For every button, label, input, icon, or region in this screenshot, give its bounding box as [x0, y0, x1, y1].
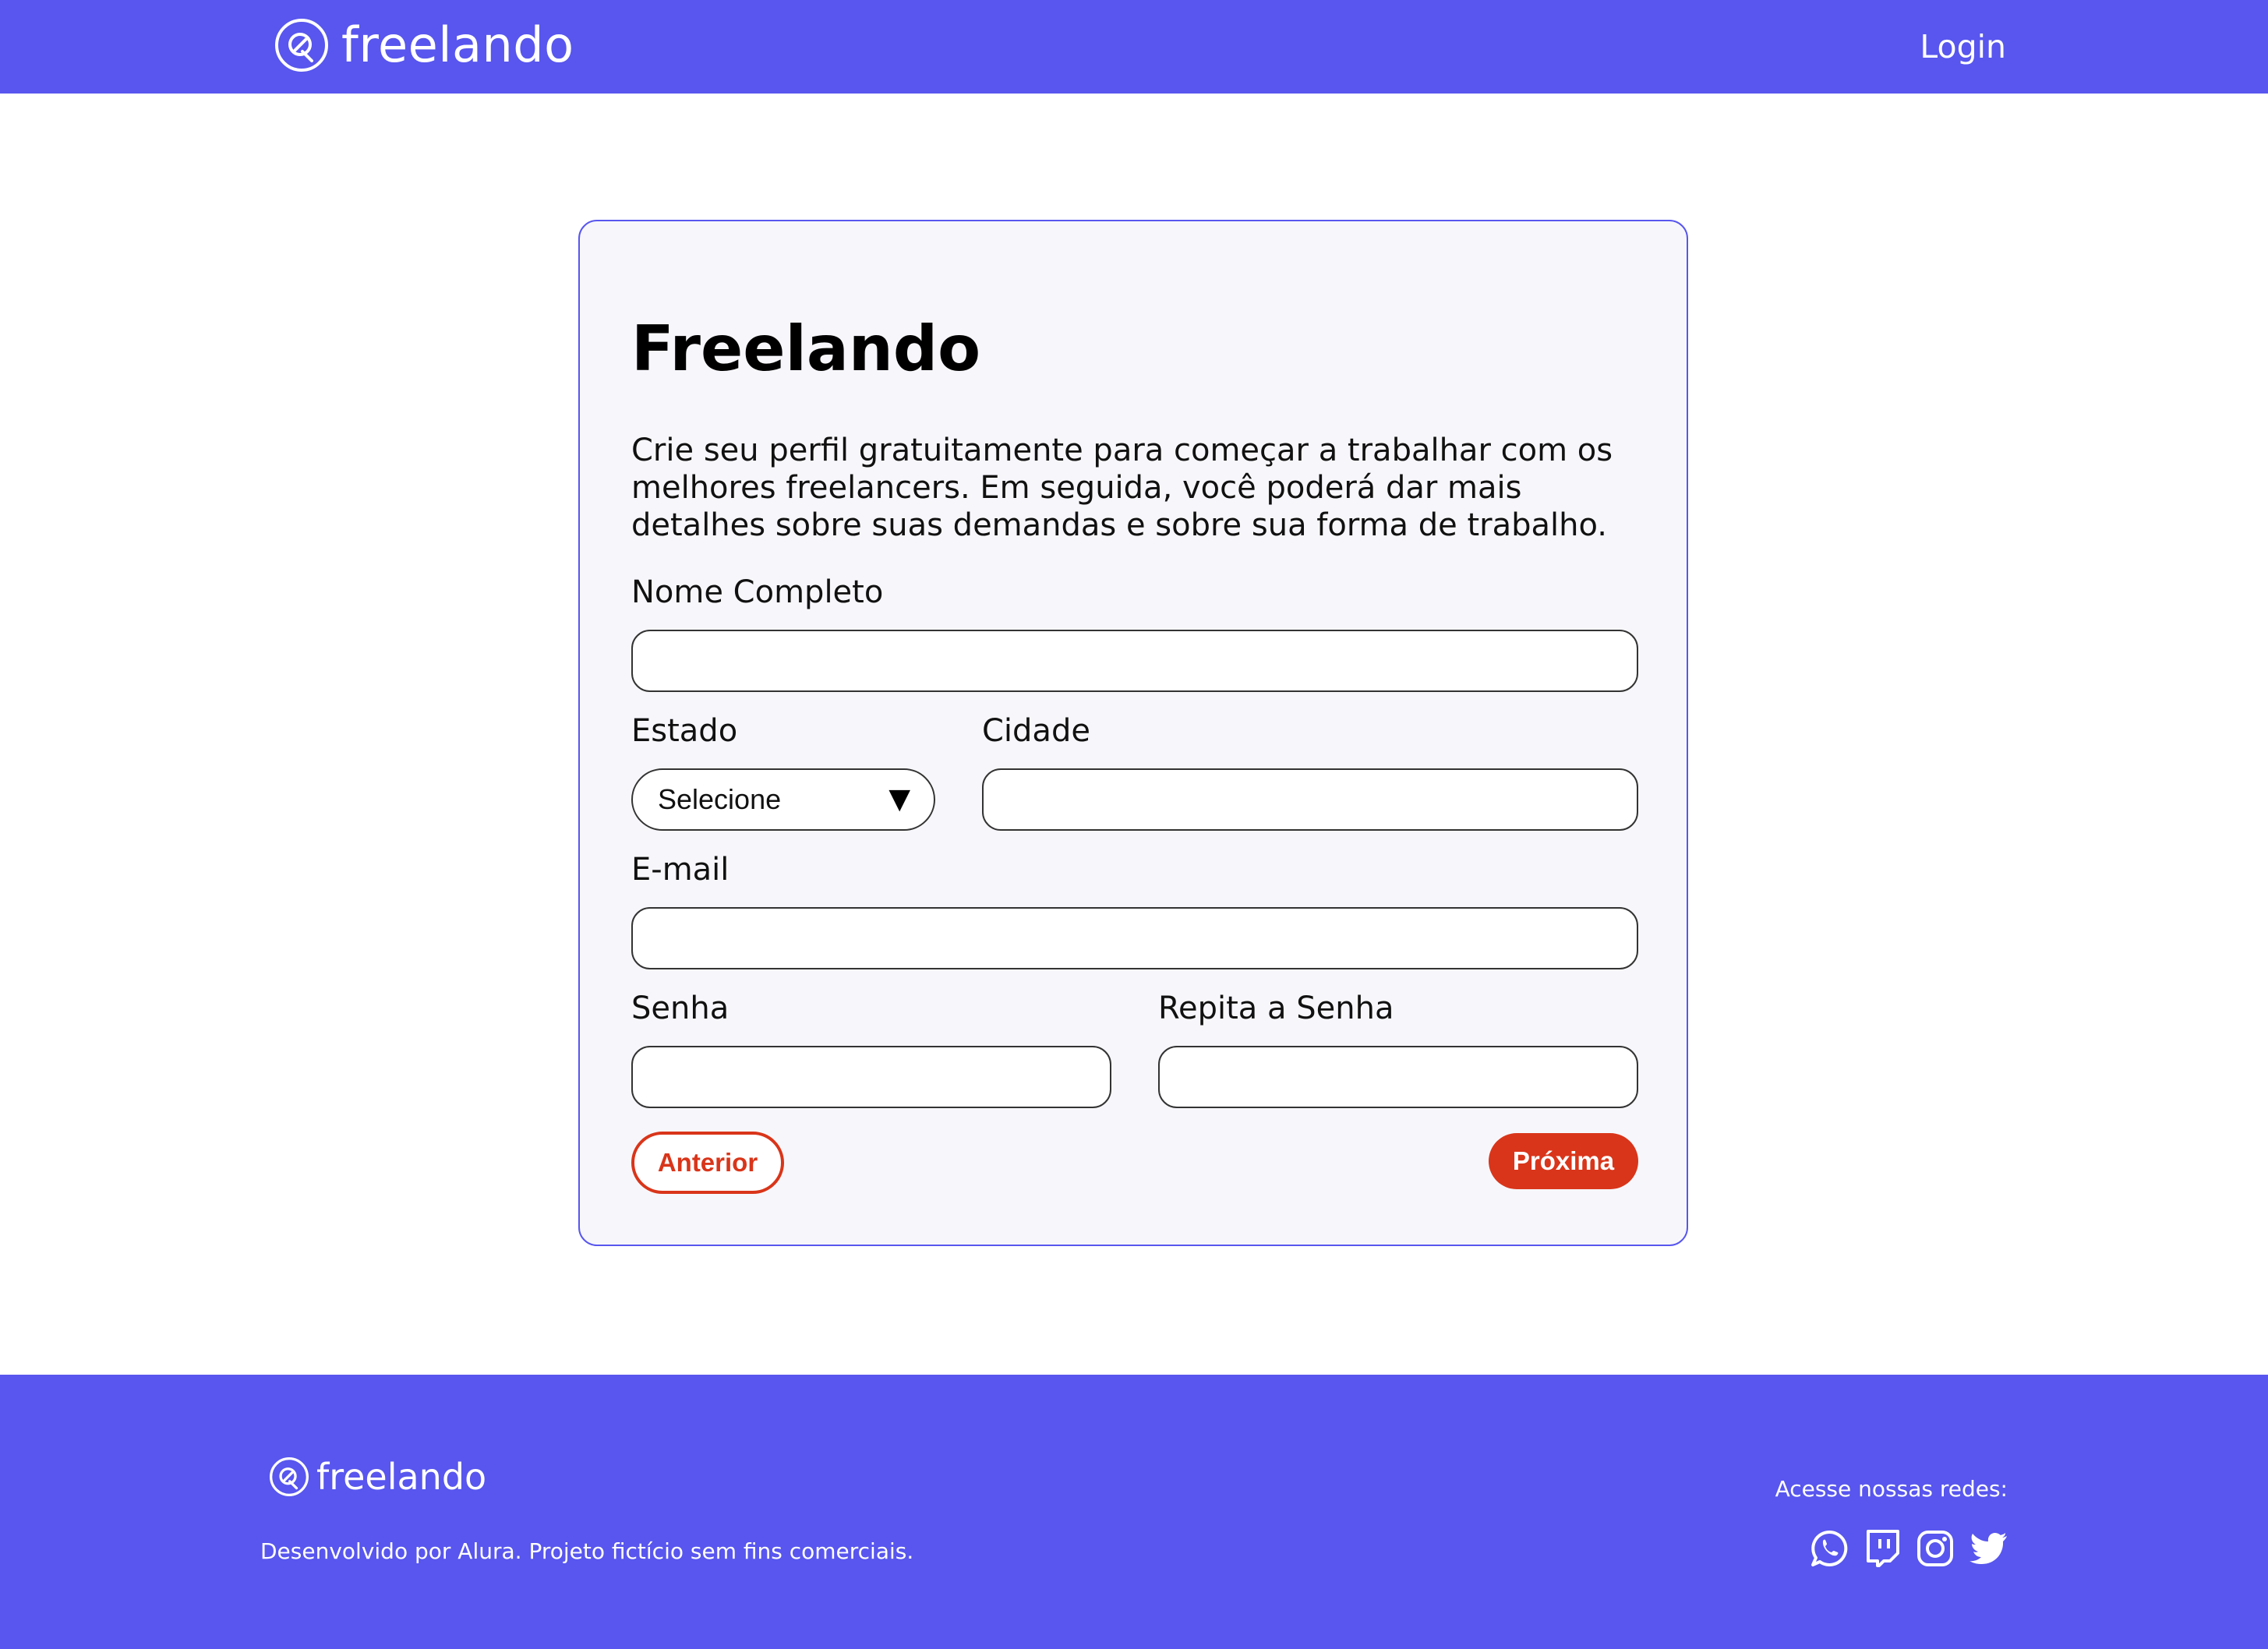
- whatsapp-link[interactable]: [1808, 1527, 1850, 1570]
- password-input[interactable]: [631, 1046, 1111, 1108]
- footer-brand-name: freelando: [316, 1456, 487, 1498]
- city-label: Cidade: [982, 713, 1090, 749]
- state-label: Estado: [631, 713, 738, 749]
- instagram-link[interactable]: [1914, 1527, 1956, 1570]
- freelando-logo-icon: [275, 19, 328, 72]
- form-title: Freelando: [631, 312, 981, 385]
- dropdown-caret-icon: ▼: [888, 783, 910, 815]
- state-select-value: Selecione: [658, 783, 782, 815]
- social-title: Acesse nossas redes:: [1775, 1476, 2008, 1502]
- password-repeat-input[interactable]: [1158, 1046, 1638, 1108]
- state-select[interactable]: Selecione ▼: [631, 768, 935, 831]
- city-input[interactable]: [982, 768, 1638, 831]
- instagram-icon: [1917, 1531, 1953, 1566]
- twitter-icon: [1969, 1533, 2007, 1564]
- twitch-link[interactable]: [1861, 1527, 1903, 1570]
- login-link[interactable]: Login: [1920, 25, 2006, 69]
- password-label: Senha: [631, 990, 730, 1026]
- full-name-label: Nome Completo: [631, 574, 884, 610]
- footer: freelando Desenvolvido por Alura. Projet…: [0, 1375, 2268, 1649]
- twitch-icon: [1867, 1530, 1899, 1567]
- brand-logo-link[interactable]: freelando: [273, 14, 574, 76]
- twitter-link[interactable]: [1967, 1527, 2009, 1570]
- whatsapp-icon: [1811, 1530, 1848, 1566]
- next-button[interactable]: Próxima: [1489, 1133, 1638, 1189]
- footer-note: Desenvolvido por Alura. Projeto fictício…: [260, 1538, 914, 1564]
- password-repeat-label: Repita a Senha: [1158, 990, 1394, 1026]
- signup-card: Freelando Crie seu perfil gratuitamente …: [578, 220, 1688, 1246]
- footer-brand: freelando: [268, 1456, 486, 1498]
- previous-button[interactable]: Anterior: [631, 1132, 784, 1194]
- email-input[interactable]: [631, 907, 1638, 969]
- full-name-input[interactable]: [631, 630, 1638, 692]
- brand-name: freelando: [341, 16, 574, 73]
- social-links: [1808, 1527, 2009, 1570]
- freelando-logo-icon: [270, 1457, 309, 1496]
- form-intro: Crie seu perfil gratuitamente para começ…: [631, 433, 1613, 543]
- top-navbar: freelando Login: [0, 0, 2268, 94]
- email-label: E-mail: [631, 852, 730, 888]
